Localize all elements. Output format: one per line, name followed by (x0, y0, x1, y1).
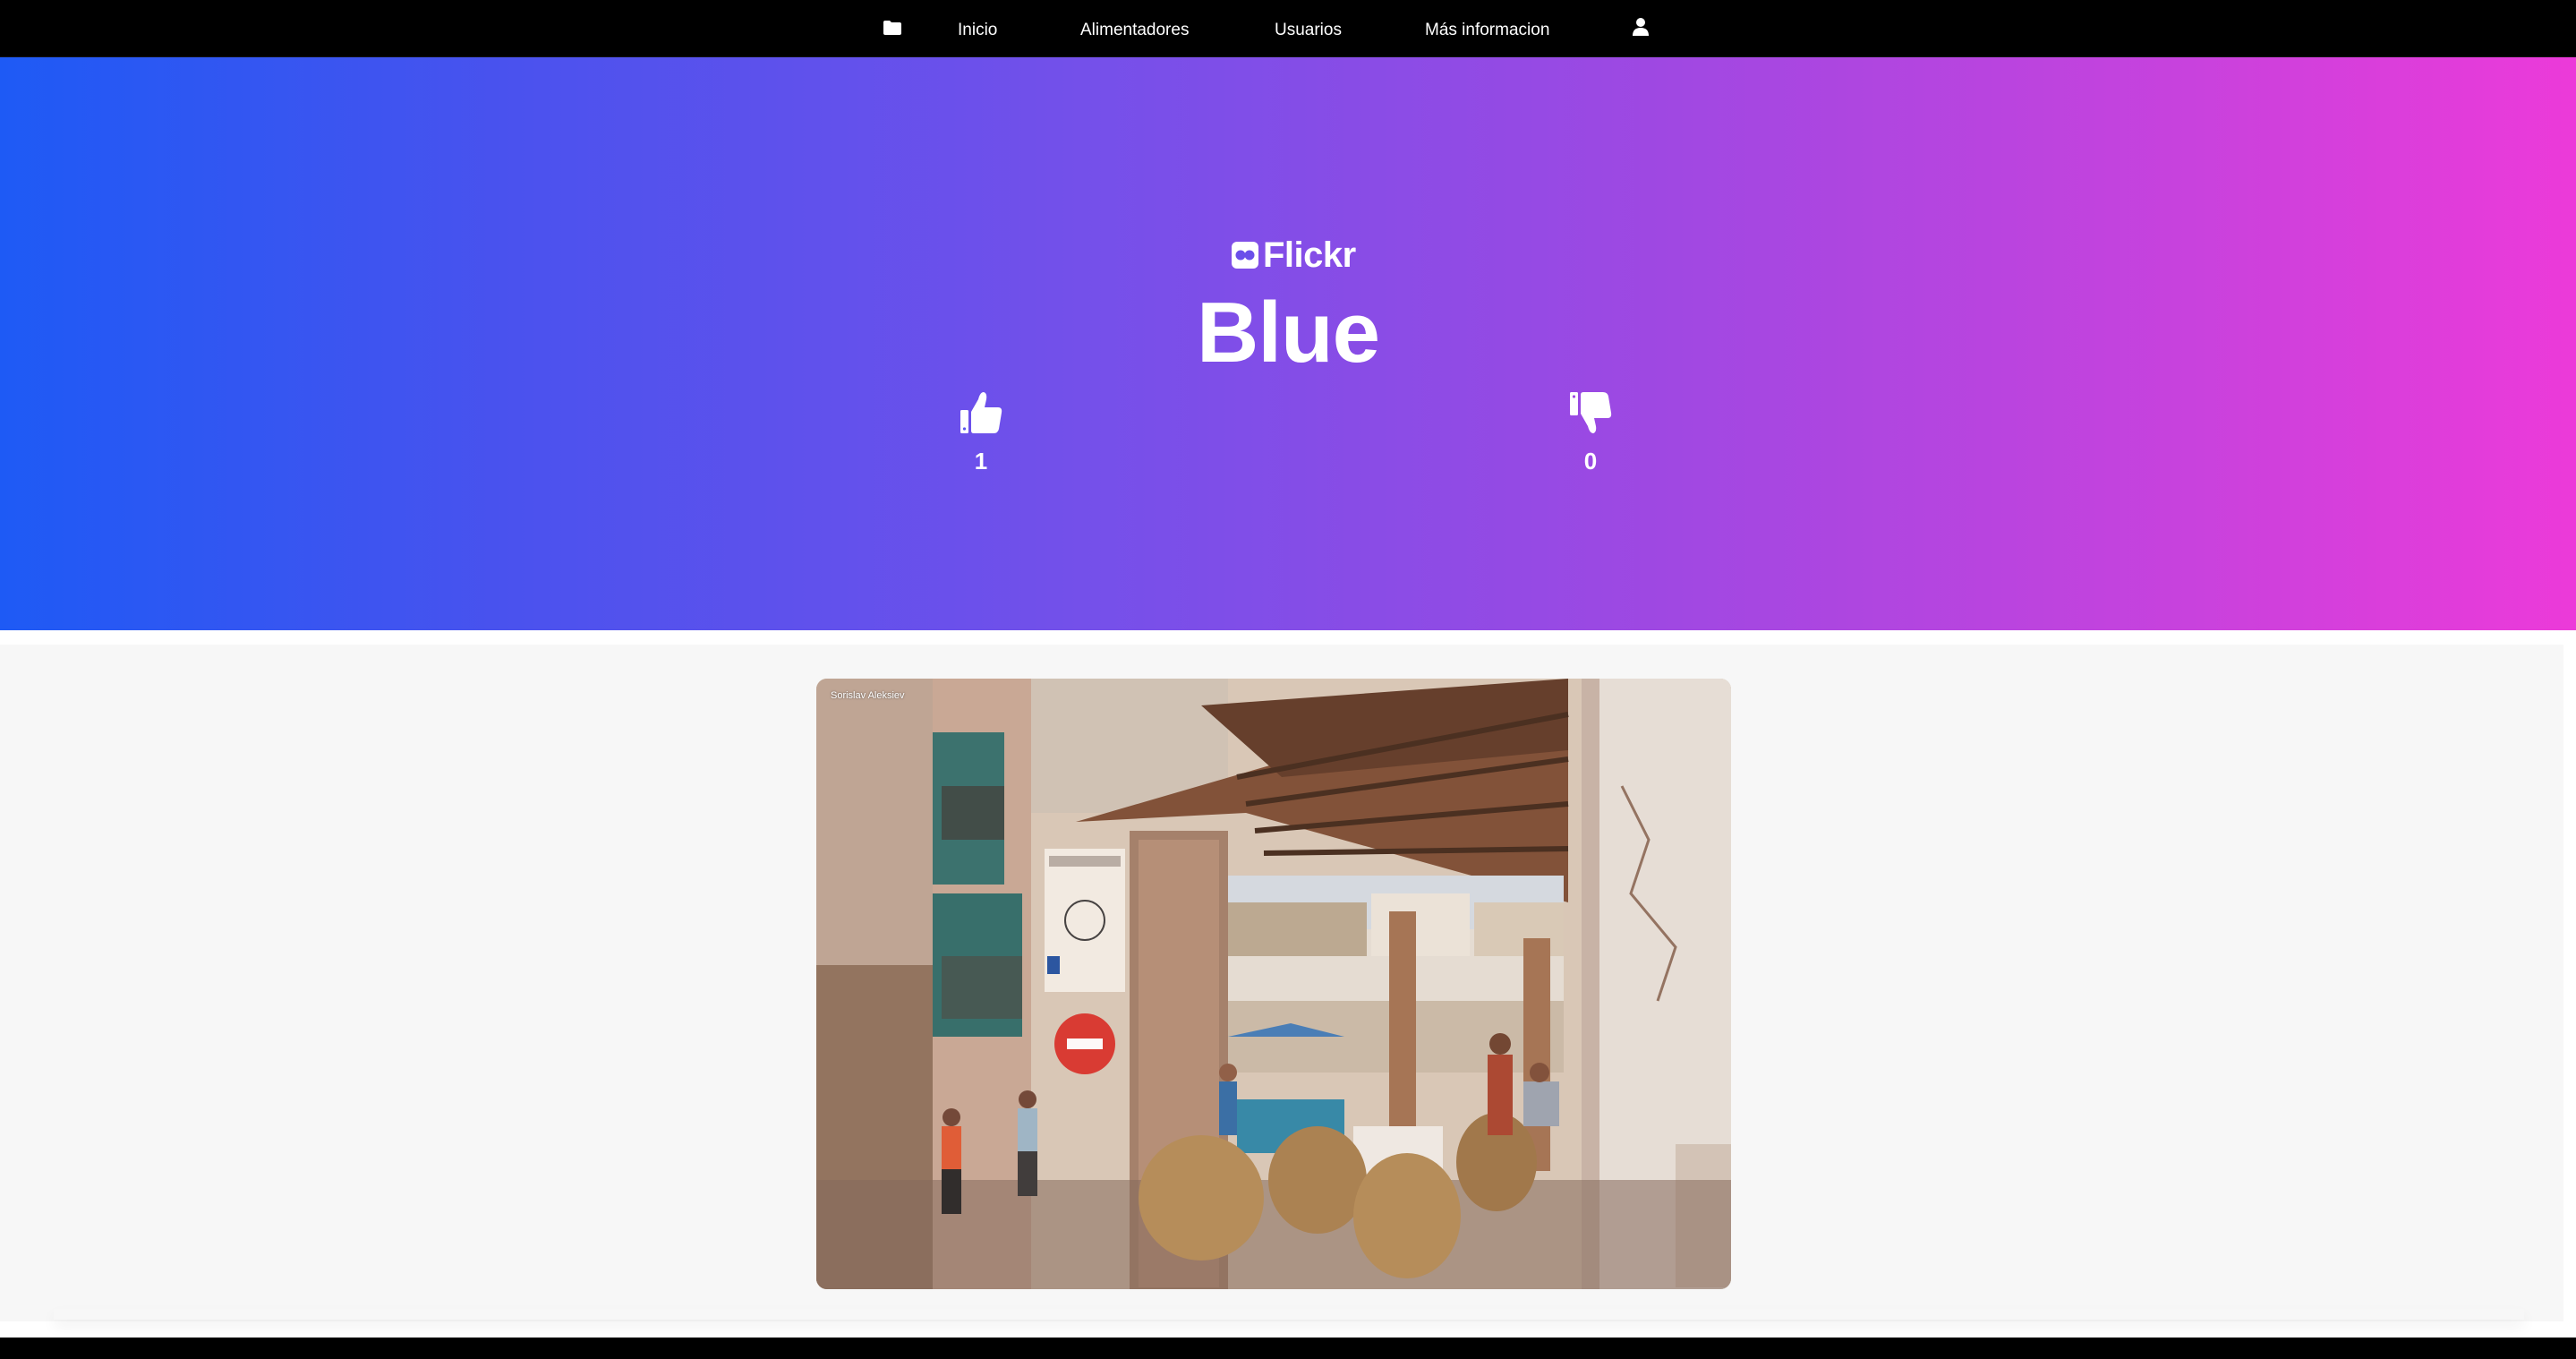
like-button[interactable]: 1 (945, 389, 1017, 474)
photo-image[interactable] (816, 679, 1731, 1289)
top-navbar: Inicio Alimentadores Usuarios Más inform… (0, 0, 2576, 57)
thumbs-down-icon[interactable] (1566, 389, 1615, 437)
dislike-count: 0 (1583, 448, 1598, 474)
hero-banner: Flickr Blue 1 0 (0, 57, 2576, 630)
like-count: 1 (974, 448, 988, 474)
nav-link-alimentadores[interactable]: Alimentadores (1080, 18, 1189, 43)
navbar-inner: Inicio Alimentadores Usuarios Más inform… (0, 0, 2576, 57)
nav-link-mas-informacion[interactable]: Más informacion (1425, 18, 1549, 43)
nav-link-inicio[interactable]: Inicio (958, 18, 997, 43)
photo-author: Sorislav Aleksiev (831, 690, 905, 701)
nav-link-usuarios[interactable]: Usuarios (1275, 18, 1342, 43)
page-title: Blue (1196, 285, 1380, 380)
content-divider (54, 1309, 2524, 1320)
dislike-button[interactable]: 0 (1555, 389, 1626, 474)
flickr-logo-icon (1232, 242, 1258, 269)
user-icon[interactable] (1632, 17, 1650, 37)
folder-icon[interactable] (883, 20, 902, 36)
photo-card[interactable]: Sorislav Aleksiev (816, 679, 1731, 1289)
brand-name: Flickr (1263, 235, 1356, 275)
thumbs-up-icon[interactable] (957, 389, 1005, 437)
brand: Flickr (1231, 235, 1356, 276)
footer-bar (0, 1338, 2576, 1359)
